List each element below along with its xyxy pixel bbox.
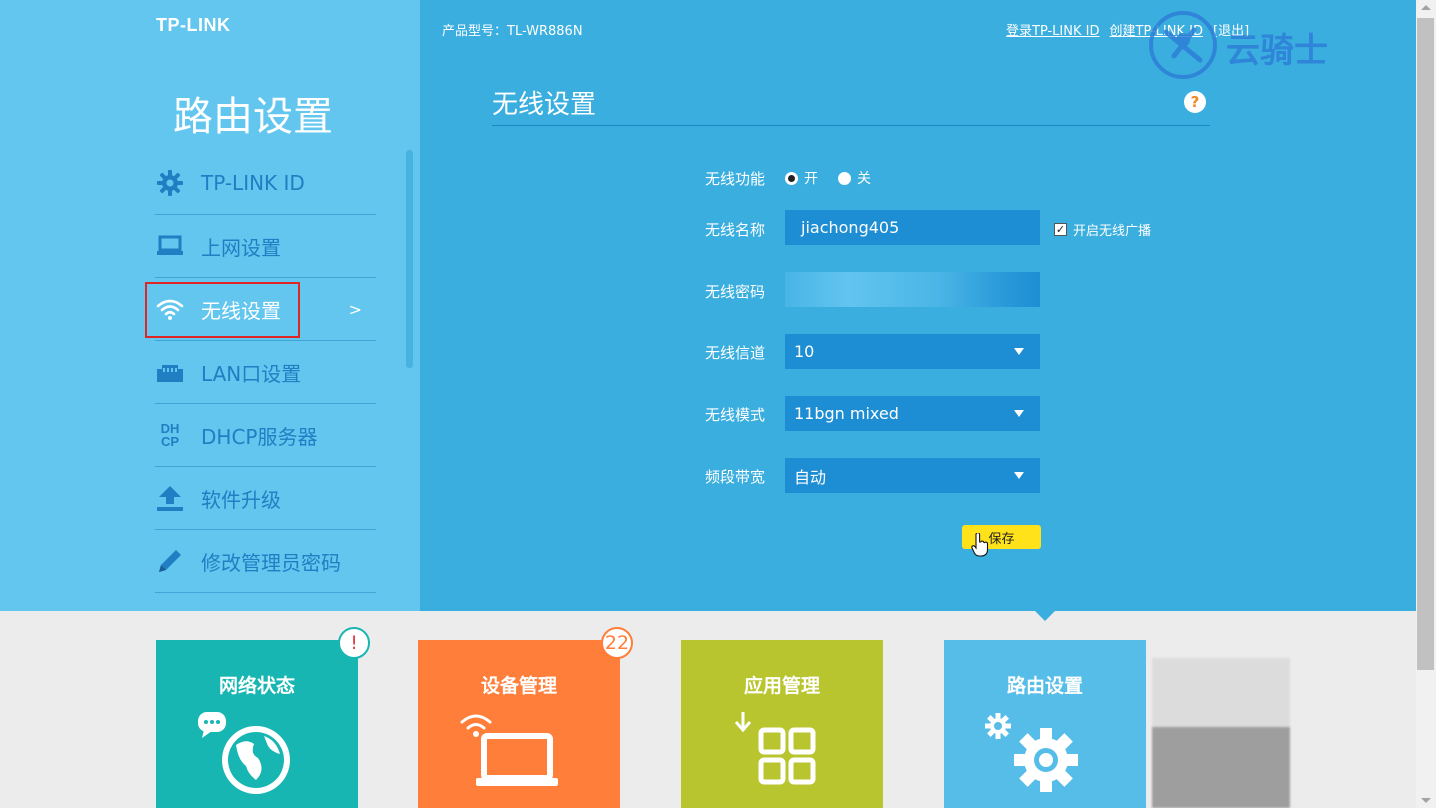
password-input[interactable] [785,272,1040,307]
mode-label: 无线模式 [705,406,766,424]
channel-value: 10 [794,342,815,361]
tile-title: 设备管理 [480,675,557,697]
apps-grid-icon [721,710,821,799]
sidebar-item-internet[interactable]: 上网设置 [155,215,376,278]
watermark: 云骑士 [1148,10,1328,84]
tile-router-settings[interactable]: 路由设置 [944,640,1146,808]
sidebar-item-wireless[interactable]: 无线设置 > [155,278,376,341]
sidebar-item-dhcp[interactable]: DH CP DHCP服务器 [155,404,376,467]
wireless-function-label: 无线功能 [705,170,766,188]
sidebar-item-label: 上网设置 [201,235,281,260]
ssid-label: 无线名称 [705,221,766,239]
tile-app-management[interactable]: 应用管理 [681,640,883,808]
sidebar-item-label: 无线设置 [201,298,281,323]
dhcp-icon-bottom: CP [160,434,180,449]
sidebar-title: 路由设置 [173,94,333,140]
knight-logo-icon [1148,10,1218,84]
caret-down-icon [1014,472,1024,479]
sidebar-item-label: TP-LINK ID [201,171,305,195]
main-panel: 产品型号：TL-WR886N 登录TP-LINK ID 创建TP-LINK ID… [420,0,1416,611]
channel-label: 无线信道 [705,344,766,362]
scroll-down-icon[interactable] [1421,798,1431,803]
sidebar-item-label: LAN口设置 [201,361,302,386]
chevron-right-icon: > [348,299,362,319]
tp-link-logo: TP-LINK [156,15,231,35]
sidebar-nav: TP-LINK ID 上网设置 无线设置 > LAN口设置 DH CP DHCP… [155,152,376,593]
gears-icon [984,710,1094,804]
sidebar-item-upgrade[interactable]: 软件升级 [155,467,376,530]
scroll-up-icon[interactable] [1421,5,1431,10]
mode-value: 11bgn mixed [794,404,899,423]
page-title: 无线设置 [492,90,597,120]
wireless-off-radio[interactable] [838,171,851,185]
gear-icon [155,168,185,198]
laptop-icon [155,231,185,261]
mode-select[interactable]: 11bgn mixed [785,396,1040,431]
bandwidth-value: 自动 [794,467,827,487]
broadcast-checkbox-group: ✓ 开启无线广播 [1054,220,1151,239]
blurred-tile [1152,658,1290,808]
device-count-badge: 22 [601,627,633,659]
wireless-on-radio[interactable] [785,171,798,185]
wireless-function-radios: 开 关 [785,168,891,188]
active-tile-pointer [1035,611,1055,621]
caret-down-icon [1014,348,1024,355]
login-link[interactable]: 登录TP-LINK ID [1006,20,1100,39]
tile-title: 网络状态 [218,675,295,697]
watermark-text: 云骑士 [1226,30,1328,71]
scrollbar-thumb[interactable] [1417,18,1434,670]
caret-down-icon [1014,410,1024,417]
sidebar-scrollbar[interactable] [406,150,413,368]
broadcast-label: 开启无线广播 [1073,224,1152,239]
sidebar-item-label: DHCP服务器 [201,424,318,449]
laptop-wifi-icon [458,710,568,799]
page-scrollbar[interactable] [1416,0,1436,808]
broadcast-checkbox[interactable]: ✓ [1054,223,1067,236]
tile-title: 应用管理 [743,675,820,697]
tile-title: 路由设置 [1006,675,1083,697]
sidebar-item-lan[interactable]: LAN口设置 [155,341,376,404]
product-model: 产品型号：TL-WR886N [442,24,583,39]
ssid-input[interactable]: jiachong405 [785,210,1040,245]
hand-cursor-icon [971,532,989,561]
sidebar-item-admin-password[interactable]: 修改管理员密码 [155,530,376,593]
title-divider [492,125,1210,126]
tile-device-management[interactable]: 设备管理 [418,640,620,808]
dhcp-icon: DH CP [155,420,185,450]
upload-icon [155,483,185,513]
sidebar-item-label: 修改管理员密码 [201,550,341,575]
bandwidth-label: 频段带宽 [705,468,766,486]
lan-port-icon [155,357,185,387]
wireless-on-label: 开 [804,171,818,187]
channel-select[interactable]: 10 [785,334,1040,369]
tile-network-status[interactable]: 网络状态 [156,640,358,808]
password-label: 无线密码 [705,283,766,301]
pencil-icon [155,546,185,576]
bandwidth-select[interactable]: 自动 [785,458,1040,493]
help-icon[interactable]: ? [1184,91,1206,113]
sidebar-item-tplink-id[interactable]: TP-LINK ID [155,152,376,215]
wireless-off-label: 关 [857,171,871,187]
wifi-icon [155,294,185,324]
sidebar-item-label: 软件升级 [201,487,281,512]
globe-chat-icon [196,710,296,804]
sidebar: TP-LINK 路由设置 TP-LINK ID 上网设置 无线设置 > LAN口… [0,0,420,611]
alert-badge: ! [338,627,370,659]
